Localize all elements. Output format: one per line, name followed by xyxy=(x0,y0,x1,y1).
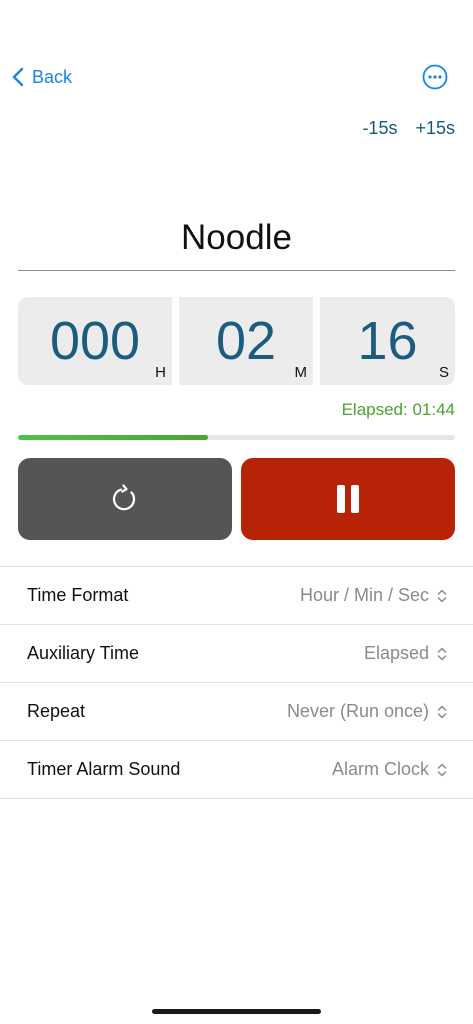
nav-bar: Back xyxy=(0,56,473,98)
seconds-unit: S xyxy=(438,364,449,381)
timer-digits: 000 H 02 M 16 S xyxy=(18,297,455,385)
setting-label: Repeat xyxy=(27,701,86,721)
setting-value: Never (Run once) xyxy=(286,701,429,721)
chevron-up-down-icon xyxy=(437,763,447,776)
setting-value-wrap: Alarm Clock xyxy=(332,759,447,780)
back-label: Back xyxy=(32,66,73,87)
chevron-up-down-icon xyxy=(437,705,447,718)
setting-timer-alarm-sound[interactable]: Timer Alarm Sound Alarm Clock xyxy=(0,741,473,799)
reset-icon xyxy=(112,484,136,511)
pause-button[interactable] xyxy=(241,458,455,540)
minutes-box[interactable]: 02 M xyxy=(179,297,313,385)
setting-label: Auxiliary Time xyxy=(27,643,140,663)
seconds-value: 16 xyxy=(357,311,418,371)
hours-value: 000 xyxy=(49,311,141,371)
setting-repeat[interactable]: Repeat Never (Run once) xyxy=(0,683,473,741)
setting-label: Timer Alarm Sound xyxy=(27,759,181,779)
setting-value-wrap: Hour / Min / Sec xyxy=(300,585,447,606)
chevron-up-down-icon xyxy=(437,647,447,660)
chevron-up-down-icon xyxy=(437,589,447,602)
minutes-unit: M xyxy=(294,364,308,381)
setting-value-wrap: Never (Run once) xyxy=(287,701,447,722)
more-options-icon[interactable] xyxy=(422,64,448,90)
hours-unit: H xyxy=(155,364,166,381)
plus-15s-button[interactable]: +15s xyxy=(415,118,455,139)
pause-icon xyxy=(337,485,359,513)
chevron-left-icon xyxy=(12,67,24,87)
setting-value: Hour / Min / Sec xyxy=(299,585,429,605)
timer-name-field[interactable]: Noodle xyxy=(18,212,455,271)
elapsed-label: Elapsed: 01:44 xyxy=(341,400,455,419)
setting-value: Alarm Clock xyxy=(331,759,429,779)
back-button[interactable]: Back xyxy=(12,62,72,92)
reset-button[interactable] xyxy=(18,458,232,540)
progress-bar xyxy=(18,435,455,440)
setting-time-format[interactable]: Time Format Hour / Min / Sec xyxy=(0,567,473,625)
progress-fill xyxy=(18,435,209,440)
seconds-box[interactable]: 16 S xyxy=(320,297,455,385)
adjust-row: -15s +15s xyxy=(362,118,455,139)
setting-label: Time Format xyxy=(27,585,129,605)
minus-15s-button[interactable]: -15s xyxy=(362,118,397,139)
setting-value: Elapsed xyxy=(363,643,429,663)
settings-list: Time Format Hour / Min / Sec Auxiliary T… xyxy=(0,566,473,799)
hours-box[interactable]: 000 H xyxy=(18,297,172,385)
minutes-value: 02 xyxy=(215,311,277,371)
setting-value-wrap: Elapsed xyxy=(364,643,447,664)
home-indicator[interactable] xyxy=(152,1009,321,1014)
setting-auxiliary-time[interactable]: Auxiliary Time Elapsed xyxy=(0,625,473,683)
